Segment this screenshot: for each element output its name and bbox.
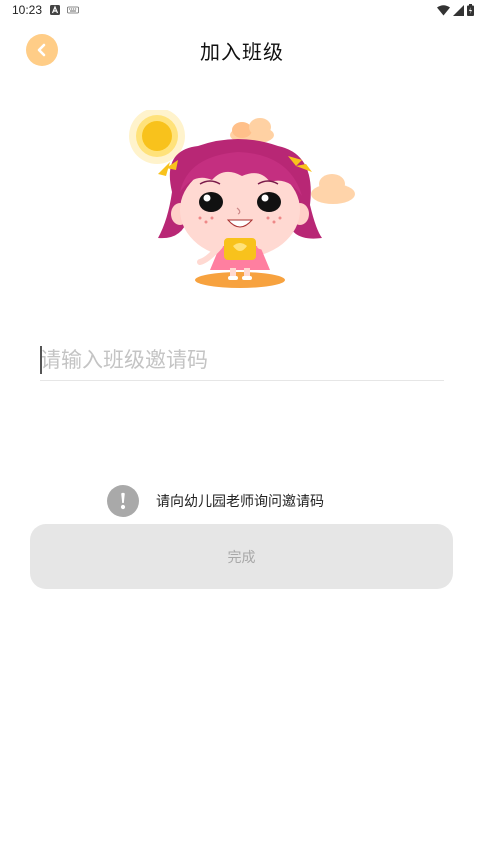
a-badge-icon	[50, 5, 60, 15]
text-caret	[40, 346, 42, 374]
status-time: 10:23	[12, 3, 43, 17]
status-bar: 10:23	[0, 0, 484, 20]
join-class-screen: 10:23 加入班级 请输入班级邀请码 请向幼儿园老师询问邀请码 完成	[0, 0, 484, 862]
exclamation-icon	[107, 485, 139, 517]
page-title: 加入班级	[200, 40, 284, 64]
hint-row: 请向幼儿园老师询问邀请码	[107, 485, 324, 517]
girl-illustration	[129, 110, 355, 288]
keyboard-icon	[67, 6, 79, 14]
wifi-icon	[437, 4, 450, 15]
status-icons	[437, 4, 474, 16]
signal-icon	[453, 4, 464, 16]
battery-icon	[467, 4, 474, 16]
hint-text: 请向幼儿园老师询问邀请码	[156, 494, 324, 510]
invite-code-input[interactable]	[40, 340, 444, 381]
done-button[interactable]: 完成	[30, 524, 453, 589]
